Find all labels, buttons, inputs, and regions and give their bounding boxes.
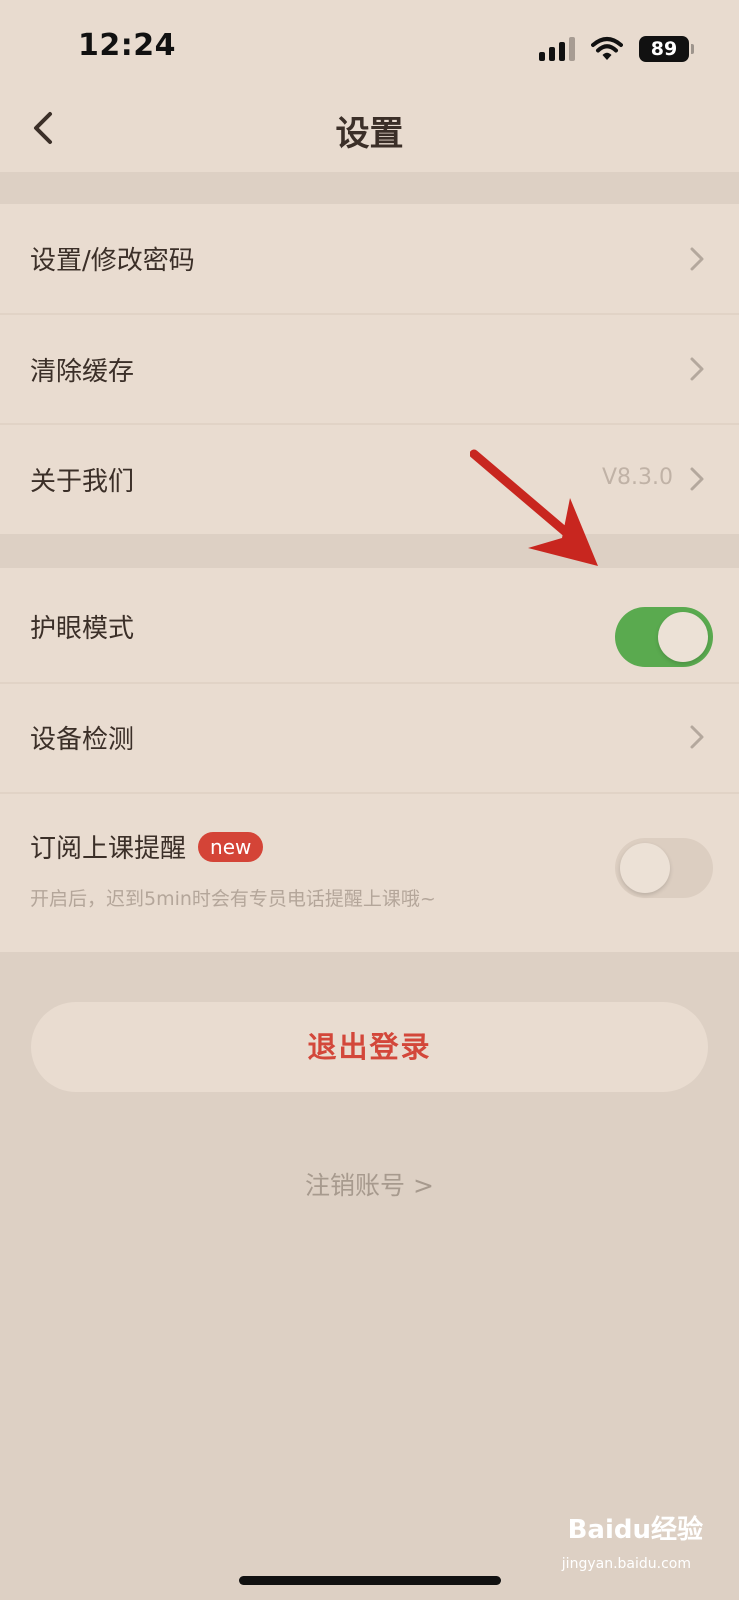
home-indicator[interactable] <box>239 1576 501 1585</box>
class-reminder-description: 开启后，迟到5min时会有专员电话提醒上课哦~ <box>30 888 436 910</box>
baidu-watermark: Baidu经验 <box>568 1509 703 1546</box>
row-label: 设备检测 <box>30 725 135 755</box>
cellular-signal-icon <box>539 37 575 61</box>
row-about-us[interactable]: 关于我们 V8.3.0 <box>0 425 739 534</box>
page-title: 设置 <box>335 114 404 154</box>
row-label: 设置/修改密码 <box>30 246 195 276</box>
row-label: 关于我们 <box>30 467 135 497</box>
eye-mode-toggle[interactable] <box>615 607 713 667</box>
row-clear-cache[interactable]: 清除缓存 <box>0 315 739 423</box>
battery-icon: 89 <box>639 36 694 62</box>
chevron-right-icon <box>690 247 704 271</box>
chevron-right-icon <box>690 357 704 381</box>
row-label: 护眼模式 <box>30 614 135 644</box>
cancel-account-link[interactable]: 注销账号 > <box>0 1166 739 1202</box>
logout-button[interactable]: 退出登录 <box>31 1002 708 1092</box>
row-class-reminder: 订阅上课提醒 new <box>0 794 739 952</box>
header: 12:24 89 设置 <box>0 0 739 172</box>
status-icons: 89 <box>539 35 694 63</box>
class-reminder-toggle[interactable] <box>615 838 713 898</box>
settings-group-account: 设置/修改密码 清除缓存 关于我们 V8.3.0 <box>0 204 739 534</box>
status-time: 12:24 <box>78 28 176 63</box>
row-label: 清除缓存 <box>30 357 135 387</box>
annotation-arrow-icon <box>470 449 598 566</box>
row-device-check[interactable]: 设备检测 <box>0 684 739 792</box>
chevron-right-icon <box>690 725 704 749</box>
wifi-icon <box>591 37 623 60</box>
watermark-url: jingyan.baidu.com <box>561 1556 691 1572</box>
row-label: 订阅上课提醒 new <box>30 828 264 865</box>
row-eye-mode: 护眼模式 <box>0 568 739 682</box>
row-set-password[interactable]: 设置/修改密码 <box>0 204 739 313</box>
toggle-knob <box>658 612 708 662</box>
toggle-knob <box>620 843 670 893</box>
row-label-text: 订阅上课提醒 <box>30 834 187 864</box>
watermark-text: Baidu经验 <box>567 1515 703 1545</box>
new-badge: new <box>198 832 264 862</box>
settings-screen: 12:24 89 设置 设置/修改密码 清除缓存 关于我们 V8.3.0 护眼模… <box>0 0 739 1600</box>
chevron-right-icon <box>690 467 704 491</box>
